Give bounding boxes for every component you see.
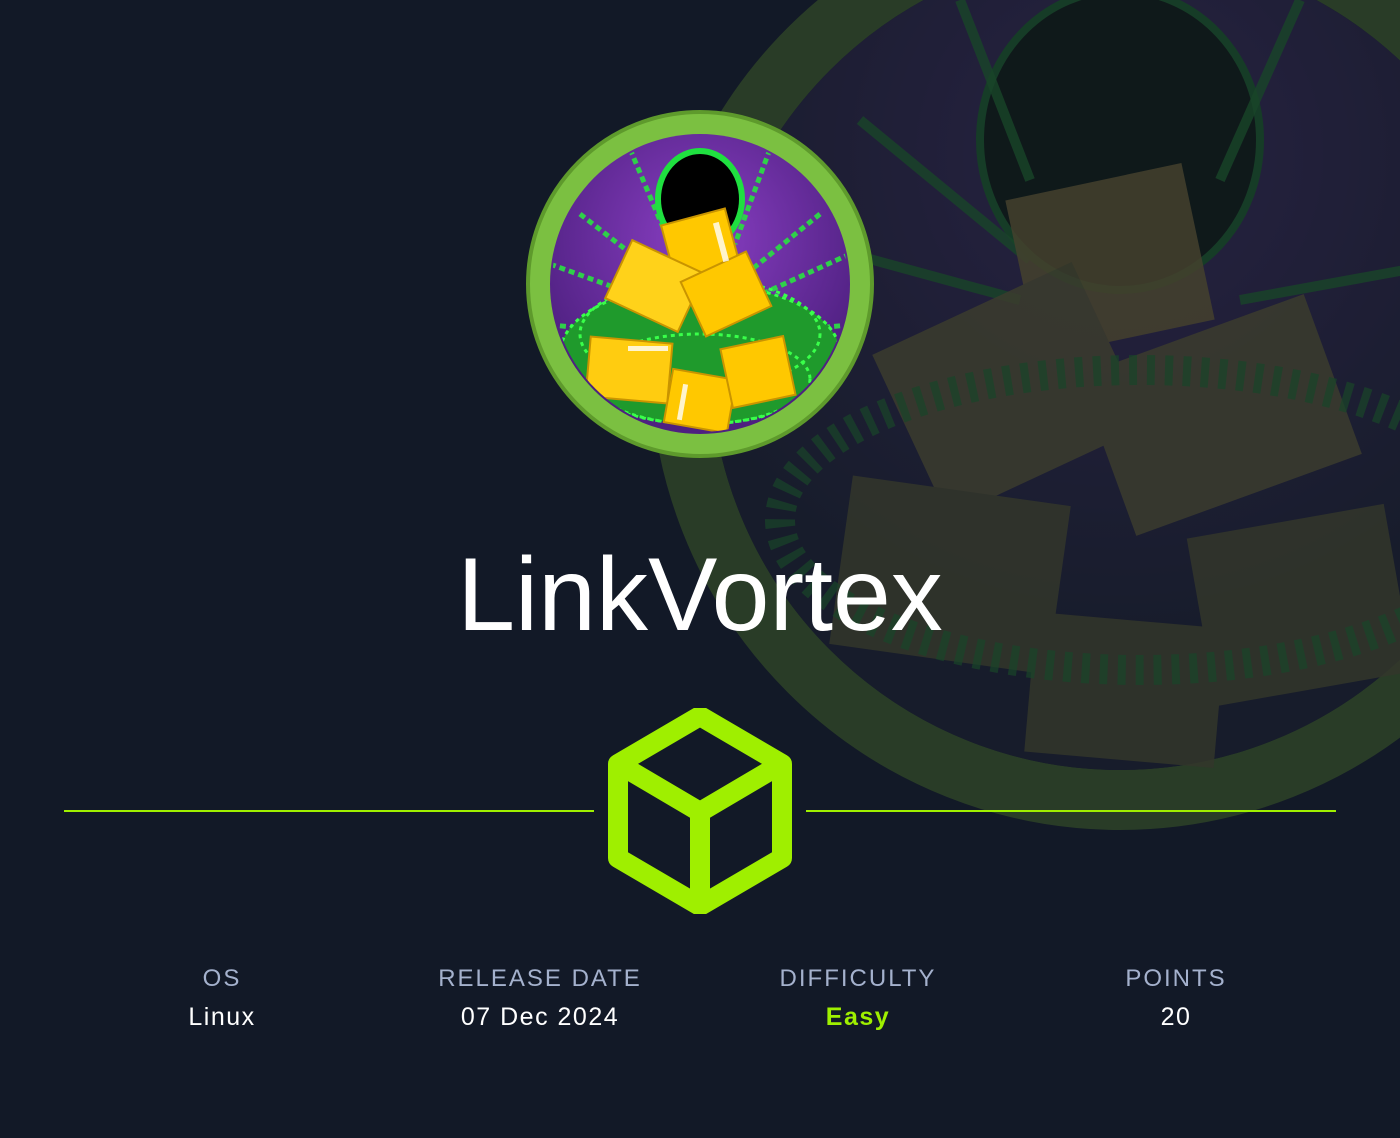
divider-line-left — [64, 810, 594, 812]
htb-cube-icon — [608, 708, 792, 914]
stat-label: RELEASE DATE — [438, 965, 642, 992]
stat-label: POINTS — [1125, 965, 1227, 992]
stat-value: Easy — [825, 1003, 891, 1031]
stat-points: POINTS 20 — [1046, 962, 1306, 1038]
machine-avatar-icon — [526, 110, 874, 458]
stat-difficulty: DIFFICULTY Easy — [728, 962, 988, 1038]
divider-line-right — [806, 810, 1336, 812]
stat-release-date: RELEASE DATE 07 Dec 2024 — [410, 962, 670, 1038]
stat-value: 20 — [1160, 1003, 1192, 1031]
machine-stats: OS Linux RELEASE DATE 07 Dec 2024 DIFFIC… — [0, 962, 1400, 1042]
stat-label: OS — [202, 965, 242, 992]
stat-value: 07 Dec 2024 — [460, 1003, 620, 1031]
machine-card: LinkVortex OS Linux RELEASE DATE 07 Dec … — [0, 0, 1400, 1138]
stat-label: DIFFICULTY — [779, 965, 937, 992]
stat-value: Linux — [188, 1003, 256, 1031]
stat-os: OS Linux — [92, 962, 352, 1038]
machine-name: LinkVortex — [457, 537, 943, 653]
